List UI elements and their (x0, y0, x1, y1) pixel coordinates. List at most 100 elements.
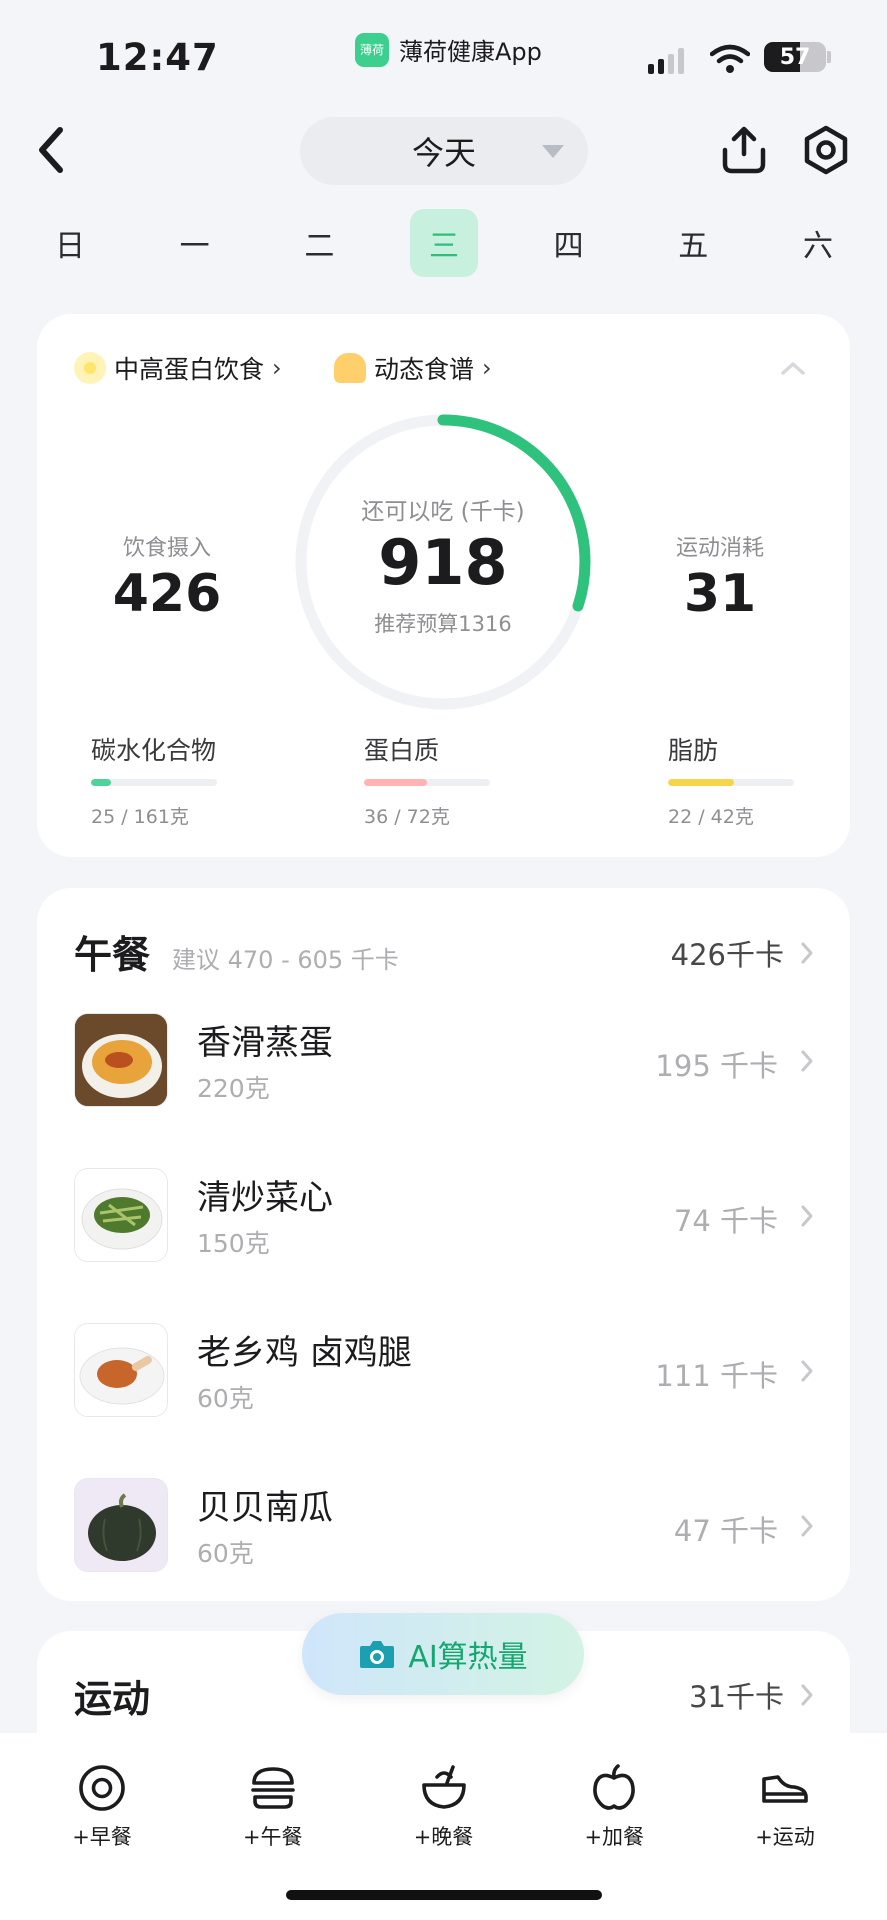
settings-hexagon-icon[interactable] (801, 124, 851, 176)
lunch-header[interactable]: 午餐 建议 470 - 605 千卡 (74, 924, 399, 979)
date-label: 今天 (411, 134, 476, 172)
food-name: 清炒菜心 (197, 1178, 333, 1218)
food-name: 老乡鸡 卤鸡腿 (197, 1333, 412, 1373)
pumpkin-image (75, 1479, 167, 1571)
chevron-right-icon: › (272, 354, 282, 382)
share-icon[interactable] (720, 124, 768, 176)
food-item[interactable]: 贝贝南瓜 60克 47 千卡 (74, 1478, 814, 1574)
food-kcal: 111 千卡 (655, 1359, 778, 1393)
add-exercise-button[interactable]: +运动 (725, 1763, 845, 1851)
macro-fat: 脂肪 22 / 42克 (668, 731, 794, 829)
dropdown-caret-icon (542, 145, 564, 158)
macro-amount: 25 / 161克 (91, 806, 189, 828)
macro-progress-bar (91, 779, 217, 786)
remaining-value: 918 (378, 526, 508, 599)
remaining-label: 还可以吃 (千卡) (361, 499, 525, 525)
date-selector[interactable]: 今天 (300, 117, 588, 185)
macro-name: 脂肪 (668, 736, 719, 765)
add-dinner-button[interactable]: +晚餐 (384, 1763, 504, 1851)
macro-name: 碳水化合物 (91, 736, 217, 765)
food-photo (74, 1168, 168, 1262)
weekday-mon[interactable]: 一 (161, 209, 229, 277)
chevron-right-icon (801, 942, 813, 964)
weekday-sat[interactable]: 六 (784, 209, 852, 277)
chevron-right-icon (801, 1205, 813, 1227)
food-item[interactable]: 老乡鸡 卤鸡腿 60克 111 千卡 (74, 1323, 814, 1419)
shoe-icon (762, 1775, 808, 1803)
lunch-title: 午餐 (74, 933, 151, 977)
battery-icon: 57 (764, 42, 826, 72)
chevron-right-icon: › (482, 354, 492, 382)
macro-name: 蛋白质 (364, 736, 440, 765)
tab-label: +运动 (755, 1825, 815, 1849)
exercise-total-kcal: 31千卡 (689, 1680, 784, 1714)
diet-plan-tag[interactable]: 中高蛋白饮食 › (74, 350, 282, 386)
steamed-egg-image (75, 1014, 167, 1106)
stir-fried-greens-image (75, 1169, 167, 1261)
add-snack-button[interactable]: +加餐 (554, 1763, 674, 1851)
dynamic-recipe-tag[interactable]: 动态食谱 › (334, 350, 492, 386)
back-arrow-icon[interactable] (30, 122, 74, 178)
macro-amount: 22 / 42克 (668, 806, 754, 828)
food-amount: 220克 (197, 1074, 270, 1103)
active-app-name: 薄荷健康App (399, 38, 542, 66)
ai-button-label: AI算热量 (408, 1640, 528, 1675)
camera-icon (360, 1641, 395, 1668)
food-amount: 150克 (197, 1229, 270, 1258)
apple-icon (593, 1764, 636, 1810)
exercise-title: 运动 (74, 1677, 151, 1721)
cellular-signal-icon (648, 48, 684, 74)
battery-cap (827, 51, 831, 63)
macro-progress-bar (668, 779, 794, 786)
macro-protein: 蛋白质 36 / 72克 (364, 731, 490, 829)
diet-plan-label: 中高蛋白饮食 (114, 355, 265, 384)
dynamic-recipe-label: 动态食谱 (374, 355, 475, 384)
week-day-selector: 日 一 二 三 四 五 六 (36, 208, 852, 278)
exercise-total[interactable]: 31千卡 (689, 1674, 814, 1716)
home-indicator[interactable] (286, 1890, 602, 1900)
food-name: 贝贝南瓜 (197, 1488, 333, 1528)
egg-icon (79, 1765, 125, 1811)
intake-value: 426 (112, 564, 222, 624)
burger-icon (250, 1767, 295, 1809)
braised-drumstick-image (75, 1324, 167, 1416)
intake-label: 饮食摄入 (122, 536, 211, 561)
food-photo (74, 1013, 168, 1107)
weekday-tue[interactable]: 二 (285, 209, 353, 277)
food-kcal: 74 千卡 (673, 1204, 778, 1238)
food-item[interactable]: 香滑蒸蛋 220克 195 千卡 (74, 1013, 814, 1109)
lunch-total-kcal: 426千卡 (670, 938, 784, 972)
tab-label: +午餐 (242, 1825, 303, 1849)
ai-calorie-button[interactable]: AI算热量 (302, 1613, 584, 1695)
chevron-right-icon (801, 1050, 813, 1072)
macro-progress-bar (364, 779, 490, 786)
macro-carbs: 碳水化合物 25 / 161克 (91, 731, 217, 829)
tab-label: +早餐 (72, 1825, 132, 1849)
status-time: 12:47 (96, 36, 219, 79)
burn-label: 运动消耗 (675, 536, 764, 561)
add-lunch-button[interactable]: +午餐 (213, 1763, 333, 1851)
collapse-chevron-icon[interactable] (778, 358, 808, 378)
burn-value: 31 (683, 564, 757, 624)
food-item[interactable]: 清炒菜心 150克 74 千卡 (74, 1168, 814, 1264)
chef-hat-icon (334, 353, 366, 383)
food-kcal: 195 千卡 (655, 1049, 778, 1083)
chevron-right-icon (801, 1360, 813, 1382)
chevron-right-icon (801, 1684, 813, 1706)
lunch-hint: 建议 470 - 605 千卡 (172, 946, 399, 974)
weekday-sun[interactable]: 日 (36, 209, 104, 277)
weekday-thu[interactable]: 四 (535, 209, 603, 277)
food-amount: 60克 (197, 1384, 254, 1413)
lunch-total[interactable]: 426千卡 (671, 932, 814, 974)
macro-amount: 36 / 72克 (364, 806, 450, 828)
add-breakfast-button[interactable]: +早餐 (42, 1763, 162, 1851)
food-amount: 60克 (197, 1539, 254, 1568)
weekday-wed-selected[interactable]: 三 (409, 209, 478, 277)
app-logo-icon: 薄荷 (355, 32, 389, 67)
bowl-icon (421, 1765, 466, 1809)
food-kcal: 47 千卡 (673, 1514, 778, 1548)
wifi-icon (710, 44, 750, 73)
weekday-fri[interactable]: 五 (659, 209, 727, 277)
budget-label: 推荐预算1316 (374, 612, 512, 636)
active-app-indicator: 薄荷 薄荷健康App (355, 32, 542, 67)
